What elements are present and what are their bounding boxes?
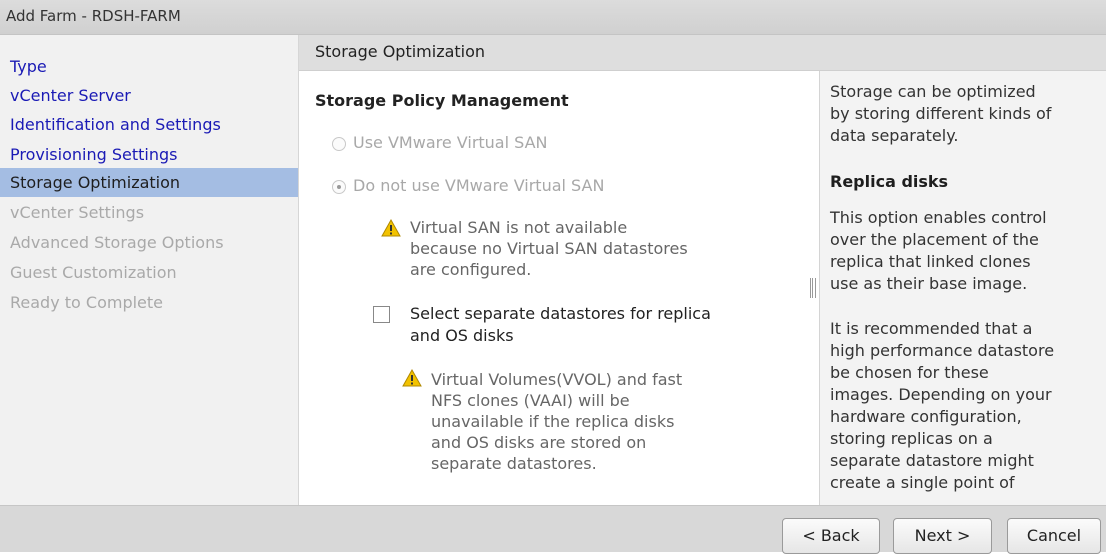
warning-line: NFS clones (VAAI) will be bbox=[431, 391, 630, 410]
nav-item-guest-customization: Guest Customization bbox=[10, 263, 177, 282]
help-line: by storing different kinds of bbox=[830, 104, 1052, 123]
cancel-button[interactable]: Cancel bbox=[1007, 518, 1101, 554]
no-vsan-radio[interactable] bbox=[332, 180, 346, 194]
next-button[interactable]: Next > bbox=[893, 518, 992, 554]
warning-icon bbox=[402, 369, 422, 387]
help-intro: Storage can be optimized by storing diff… bbox=[830, 81, 1100, 147]
help-line: hardware configuration, bbox=[830, 407, 1022, 426]
help-line: Storage can be optimized bbox=[830, 82, 1036, 101]
use-vsan-radio[interactable] bbox=[332, 137, 346, 151]
nav-item-advanced-storage-options: Advanced Storage Options bbox=[10, 233, 224, 252]
nav-item-type[interactable]: Type bbox=[0, 52, 298, 81]
vvol-vaai-warning: Virtual Volumes(VVOL) and fast NFS clone… bbox=[431, 369, 682, 474]
help-replica-para1: This option enables control over the pla… bbox=[830, 207, 1100, 295]
use-vsan-label: Use VMware Virtual SAN bbox=[353, 133, 548, 152]
warning-line: unavailable if the replica disks bbox=[431, 412, 675, 431]
warning-line: and OS disks are stored on bbox=[431, 433, 647, 452]
help-line: data separately. bbox=[830, 126, 959, 145]
help-line: create a single point of bbox=[830, 473, 1015, 492]
vsan-unavailable-warning: Virtual SAN is not available because no … bbox=[410, 217, 688, 280]
help-line: be chosen for these bbox=[830, 363, 989, 382]
warning-line: are configured. bbox=[410, 260, 532, 279]
nav-item-vcenter-settings: vCenter Settings bbox=[10, 203, 145, 222]
help-line: storing replicas on a bbox=[830, 429, 993, 448]
wizard-step-nav: Type vCenter Server Identification and S… bbox=[0, 35, 299, 505]
section-title: Storage Optimization bbox=[315, 42, 486, 61]
help-line: This option enables control bbox=[830, 208, 1047, 227]
warning-line: Virtual SAN is not available bbox=[410, 218, 628, 237]
help-line: images. Depending on your bbox=[830, 385, 1052, 404]
warning-icon bbox=[381, 219, 401, 237]
storage-policy-heading: Storage Policy Management bbox=[315, 91, 569, 110]
help-line: replica that linked clones bbox=[830, 252, 1031, 271]
window-title-bar: Add Farm - RDSH-FARM bbox=[0, 0, 1106, 35]
checkbox-label-line: and OS disks bbox=[410, 326, 514, 345]
help-line: It is recommended that a bbox=[830, 319, 1033, 338]
nav-item-ready-to-complete: Ready to Complete bbox=[10, 293, 164, 312]
panel-splitter-handle[interactable] bbox=[810, 278, 816, 298]
back-button[interactable]: < Back bbox=[782, 518, 880, 554]
no-vsan-label: Do not use VMware Virtual SAN bbox=[353, 176, 605, 195]
wizard-footer: < Back Next > Cancel bbox=[0, 505, 1106, 554]
help-line: separate datastore might bbox=[830, 451, 1034, 470]
help-line: use as their base image. bbox=[830, 274, 1028, 293]
help-line: over the placement of the bbox=[830, 230, 1039, 249]
separate-datastores-checkbox[interactable] bbox=[373, 306, 390, 323]
warning-line: because no Virtual SAN datastores bbox=[410, 239, 688, 258]
separate-datastores-label[interactable]: Select separate datastores for replica a… bbox=[410, 303, 790, 347]
storage-policy-panel: Storage Policy Management Use VMware Vir… bbox=[299, 71, 819, 505]
section-header: Storage Optimization bbox=[299, 35, 1106, 71]
warning-line: separate datastores. bbox=[431, 454, 597, 473]
window-title: Add Farm - RDSH-FARM bbox=[6, 7, 181, 25]
warning-line: Virtual Volumes(VVOL) and fast bbox=[431, 370, 683, 389]
help-line: high performance datastore bbox=[830, 341, 1055, 360]
nav-item-identification-and-settings[interactable]: Identification and Settings bbox=[0, 110, 298, 139]
help-replica-para2: It is recommended that a high performanc… bbox=[830, 318, 1100, 494]
checkbox-label-line: Select separate datastores for replica bbox=[410, 304, 711, 323]
help-replica-heading: Replica disks bbox=[830, 172, 949, 191]
nav-item-provisioning-settings[interactable]: Provisioning Settings bbox=[0, 140, 298, 169]
nav-item-vcenter-server[interactable]: vCenter Server bbox=[0, 81, 298, 110]
nav-item-storage-optimization[interactable]: Storage Optimization bbox=[0, 168, 298, 197]
help-panel: Storage can be optimized by storing diff… bbox=[819, 71, 1106, 505]
